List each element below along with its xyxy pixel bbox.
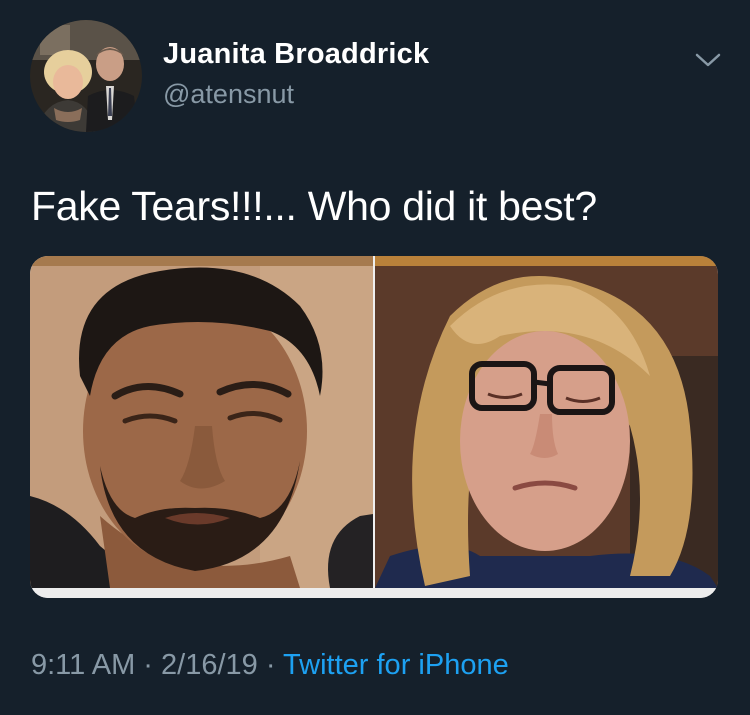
tweet-time: 9:11 AM <box>31 649 136 681</box>
avatar[interactable] <box>30 20 142 132</box>
tweet-date: 2/16/19 <box>161 649 258 681</box>
tweet-text: Fake Tears!!!... Who did it best? <box>31 183 597 229</box>
tweet-meta: 9:11 AM · 2/16/19 · Twitter for iPhone <box>31 649 509 682</box>
chevron-down-icon[interactable] <box>694 50 722 70</box>
avatar-photo <box>30 20 142 132</box>
author-name[interactable]: Juanita Broaddrick <box>163 38 429 71</box>
tweet-source-link[interactable]: Twitter for iPhone <box>283 649 509 681</box>
tweet-card: Juanita Broaddrick @atensnut Fake Tears!… <box>0 0 750 715</box>
meta-separator: · <box>135 649 162 681</box>
meta-separator: · <box>257 649 284 681</box>
author-handle[interactable]: @atensnut <box>163 79 294 110</box>
tweet-media-image[interactable] <box>30 256 718 598</box>
